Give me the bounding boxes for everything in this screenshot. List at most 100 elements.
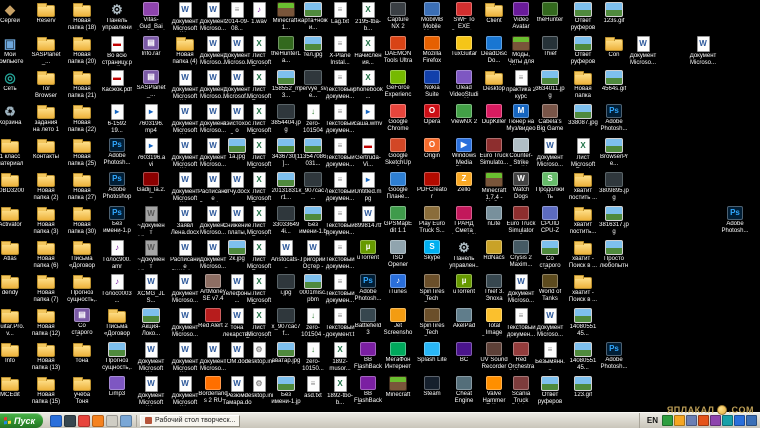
desktop-icon[interactable]: S Skype	[417, 240, 447, 262]
desktop-icon[interactable]: pervye_sve...	[298, 70, 328, 99]
desktop-icon[interactable]: O Opera	[417, 104, 447, 126]
desktop-icon[interactable]: X Начисления...	[353, 36, 383, 66]
desktop-icon[interactable]: W~Документ Microso...	[136, 240, 166, 270]
desktop-icon[interactable]: µ uTorrent	[449, 274, 479, 296]
desktop-icon[interactable]: ▤Со старого рабочег...	[67, 308, 97, 336]
tray-teal-app[interactable]	[722, 415, 733, 426]
desktop-icon[interactable]: W Документ Microso...	[688, 36, 718, 66]
tray-slate-app[interactable]	[686, 415, 697, 426]
quicklaunch-show-desktop[interactable]	[120, 414, 133, 427]
desktop-icon[interactable]: SПродолжить установк...	[535, 172, 565, 200]
desktop-icon[interactable]: BB FlashBack Express R...	[353, 376, 383, 404]
desktop-icon[interactable]: Ответ руферов п...	[568, 2, 598, 31]
desktop-icon[interactable]: ▬ Gertruda-Vi...	[353, 138, 383, 168]
desktop-icon[interactable]: DeadDiscDo...	[479, 36, 509, 64]
tray-red-orange-app[interactable]	[698, 415, 709, 426]
desktop-icon[interactable]: Video Avatar	[506, 2, 536, 30]
desktop-icon[interactable]: Без имени-1.jpg	[271, 376, 301, 405]
desktop-icon[interactable]: Новая папка	[568, 70, 598, 99]
desktop-icon[interactable]: Minecraft 1.7.4 - Май...	[479, 172, 509, 201]
desktop-icon[interactable]: W~Документ Microso...	[136, 206, 166, 236]
desktop-icon[interactable]: ▸ Untitled.mpg	[353, 172, 383, 202]
desktop-icon[interactable]: ↓ zero-10150...	[298, 342, 328, 372]
desktop-icon[interactable]: 158552_m3...	[271, 70, 301, 99]
desktop-icon[interactable]: 3816317.jpg	[599, 206, 629, 235]
desktop-icon[interactable]: Ps Adobe Photosh...	[720, 206, 750, 234]
desktop-icon[interactable]: WДокумент Microsoft W...	[170, 342, 200, 372]
desktop-icon[interactable]: PsБез имени-1.psd	[102, 206, 132, 234]
desktop-icon[interactable]: хватит - Поиск в ...	[568, 240, 598, 269]
desktop-icon[interactable]: Ps Adobe Photosh...	[599, 342, 629, 370]
tray-blue-app[interactable]	[734, 415, 745, 426]
desktop-icon[interactable]: XЛист Microsoft Excel (2).xlsx	[244, 36, 274, 66]
tray-green-app[interactable]	[662, 415, 673, 426]
desktop-icon[interactable]: ▤ Info.rar	[136, 36, 166, 58]
desktop-icon[interactable]: ▬ Касжок.pdf	[102, 70, 132, 94]
desktop-icon[interactable]: Google Chrome	[383, 104, 413, 132]
desktop-icon[interactable]: ⚙ desktop.ini	[244, 376, 274, 400]
desktop-icon[interactable]: SpinTires Tech Demo (May...	[417, 308, 447, 336]
desktop-icon[interactable]: 3436730[1]...	[271, 138, 301, 167]
desktop-icon[interactable]: XЛист Microsoft Excel (6).xlsx	[244, 172, 274, 202]
desktop-icon[interactable]: ▣Мой компьютер	[0, 36, 25, 65]
desktop-icon[interactable]: WДокумент Microsoft W...	[136, 376, 166, 406]
desktop-icon[interactable]: ISO Opener	[383, 240, 413, 268]
desktop-icon[interactable]: Без имени-1.bmp	[298, 206, 328, 235]
desktop-icon[interactable]: Guitar.Pro.v...	[0, 308, 25, 337]
desktop-icon[interactable]: Ps Adobe Photosh...	[102, 138, 132, 166]
desktop-icon[interactable]: Ps Adobe Photosh...	[599, 104, 629, 132]
desktop-icon[interactable]: ≡ Текстовый докумен...	[325, 70, 355, 100]
desktop-icon[interactable]: Xphonebook...	[353, 70, 383, 100]
desktop-icon[interactable]: WДокумент Microsoft W...	[170, 376, 200, 406]
desktop-icon[interactable]: M Тюнер на Муз/видео	[506, 104, 536, 132]
desktop-icon[interactable]: ▸ 6-1592 19...	[102, 104, 132, 134]
desktop-icon[interactable]: X 2195-tba-b...	[353, 2, 383, 32]
desktop-icon[interactable]: ◆ Сергей	[0, 2, 25, 25]
desktop-icon[interactable]: Z Zello	[449, 172, 479, 194]
desktop-icon[interactable]: 1408055145...	[568, 342, 598, 371]
desktop-icon[interactable]: Valve Hammer Editor	[479, 376, 509, 404]
desktop-icon[interactable]: Battlefield 3	[353, 308, 383, 336]
quicklaunch-orange-app[interactable]	[92, 414, 105, 427]
desktop-icon[interactable]: Новая папка (12)	[31, 308, 61, 337]
desktop-icon[interactable]: WДокумент Microsoft W...	[136, 342, 166, 372]
desktop-icon[interactable]: 20131831-r1...	[271, 172, 301, 201]
desktop-icon[interactable]: Новая папка (20)	[67, 36, 97, 65]
desktop-icon[interactable]: W 899814.rtf	[353, 206, 383, 230]
desktop-icon[interactable]: WДокумент Microsoft W...	[170, 172, 200, 202]
desktop-icon[interactable]: тел.jpg	[298, 36, 328, 59]
desktop-icon[interactable]: Mozilla Firefox	[417, 36, 447, 64]
desktop-icon[interactable]: Capture NX 2	[383, 2, 413, 30]
desktop-icon[interactable]: Новая папка (4)	[170, 36, 200, 65]
tray-blue2-app[interactable]	[746, 415, 757, 426]
desktop-icon[interactable]: 123.gif	[568, 376, 598, 399]
desktop-icon[interactable]: 13547086031...	[298, 138, 328, 167]
tray-violet-app[interactable]	[710, 415, 721, 426]
desktop-icon[interactable]: W Документ Microso...	[170, 308, 200, 338]
desktop-icon[interactable]: 1 класс материалы	[0, 138, 25, 167]
desktop-icon[interactable]: XЛист Microsoft Excel (9).xlsx	[244, 274, 274, 304]
desktop-icon[interactable]: X 1892-tbo-b...	[325, 376, 355, 406]
desktop-icon[interactable]: Новая папка (7)	[31, 274, 61, 303]
desktop-icon[interactable]: W Заявл Лена.docx	[170, 206, 200, 236]
desktop-icon[interactable]: Jet Screenshot	[383, 308, 413, 336]
desktop-icon[interactable]: Nokia Suite	[417, 70, 447, 98]
desktop-icon[interactable]: Con	[599, 36, 629, 59]
desktop-icon[interactable]: nLite	[479, 206, 509, 228]
desktop-icon[interactable]: Tor Browser	[31, 70, 61, 99]
desktop-icon[interactable]: Thief 3. Эпоха металла	[479, 274, 509, 302]
desktop-icon[interactable]: CPUID CPU-Z	[535, 206, 565, 234]
desktop-icon[interactable]: ≡ Текстовый докумен...	[325, 138, 355, 168]
desktop-icon[interactable]: x_907cac7f...	[271, 308, 301, 337]
desktop-icon[interactable]: Activator	[0, 206, 25, 229]
desktop-icon[interactable]: TuxGuitar	[449, 36, 479, 58]
desktop-icon[interactable]: Письма «Договор с ...	[102, 308, 132, 337]
desktop-icon[interactable]: ⚙Панель управлен...	[449, 240, 479, 269]
desktop-icon[interactable]: Новая папка (3)	[31, 206, 61, 235]
desktop-icon[interactable]: 330336494i...	[271, 206, 301, 235]
desktop-icon[interactable]: Google SketchUp 8	[383, 138, 413, 166]
desktop-icon[interactable]: 338087.jpg	[568, 104, 598, 127]
desktop-icon[interactable]: Новая папка (30)	[67, 206, 97, 235]
desktop-icon[interactable]: ♪ Голос0003...	[102, 274, 132, 304]
desktop-icon[interactable]: ≡ Текстовый докумен...	[325, 172, 355, 202]
